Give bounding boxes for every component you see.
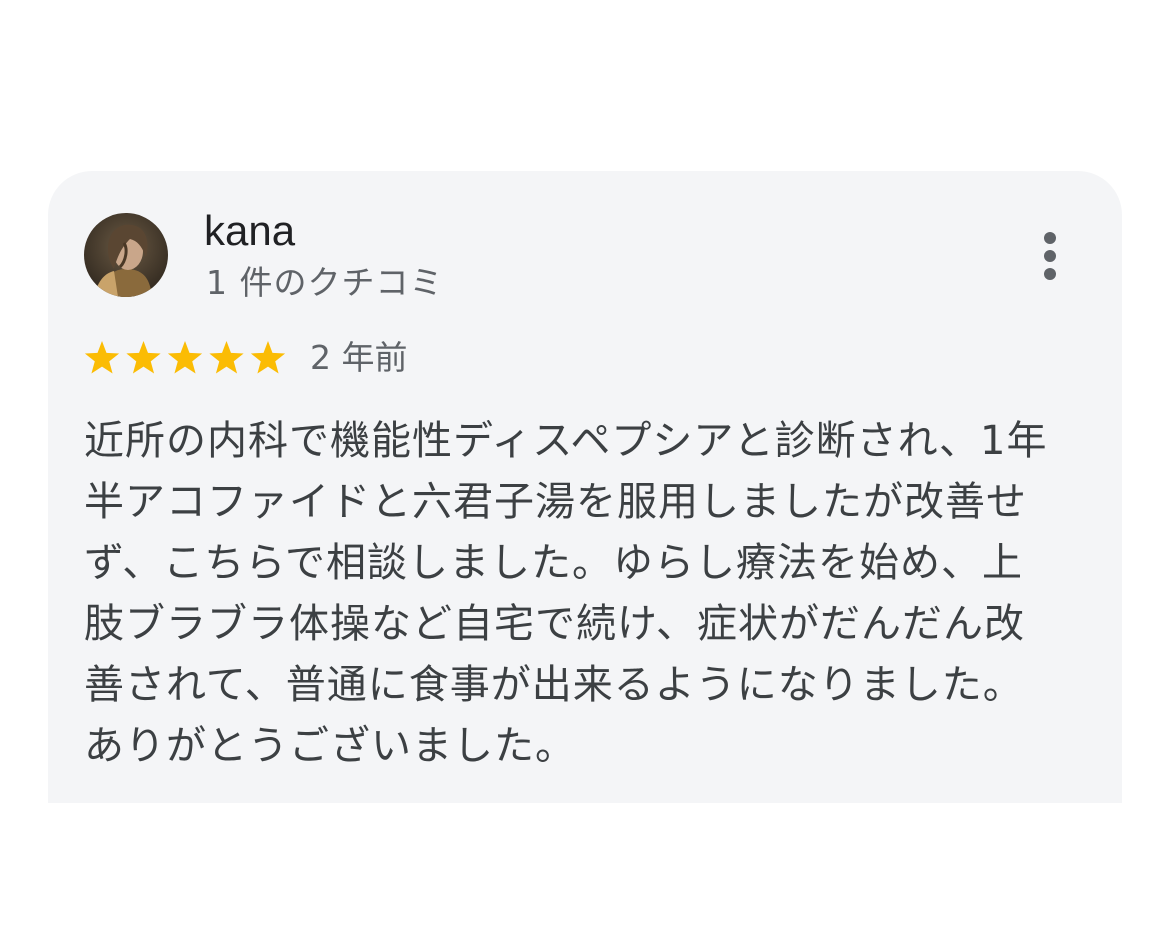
- star-icon: [250, 341, 286, 374]
- reviewer-review-count[interactable]: 1 件のクチコミ: [206, 261, 444, 305]
- star-rating: [84, 341, 286, 374]
- star-icon: [126, 341, 161, 374]
- review-text-line: 半アコファイドと六君子湯を服用しましたが改善せ: [84, 479, 1027, 525]
- more-options-button[interactable]: [1032, 226, 1068, 286]
- star-icon: [167, 341, 203, 374]
- review-text: 近所の内科で機能性ディスペプシアと診断され、1年 半アコファイドと六君子湯を服用…: [84, 411, 1084, 777]
- star-icon: [209, 341, 244, 374]
- review-text-line: ず、こちらで相談しました。ゆらし療法を始め、上: [84, 540, 1023, 586]
- avatar-image: [84, 213, 168, 297]
- more-vert-icon: [1044, 232, 1056, 244]
- review-card: kana 1 件のクチコミ 2 年前 近所の内科で機能性ディスペプシアと診断され…: [48, 171, 1122, 803]
- avatar[interactable]: [84, 213, 168, 297]
- star-icon: [84, 341, 120, 374]
- review-text-line: 肢ブラブラ体操など自宅で続け、症状がだんだん改: [84, 601, 1025, 647]
- reviewer-name[interactable]: kana: [204, 207, 295, 255]
- review-time: 2 年前: [310, 338, 408, 377]
- review-text-line: ありがとうございました。: [84, 723, 576, 769]
- review-text-line: 善されて、普通に食事が出来るようになりました。: [84, 662, 1024, 708]
- review-text-line: 近所の内科で機能性ディスペプシアと診断され、1年: [84, 418, 1048, 464]
